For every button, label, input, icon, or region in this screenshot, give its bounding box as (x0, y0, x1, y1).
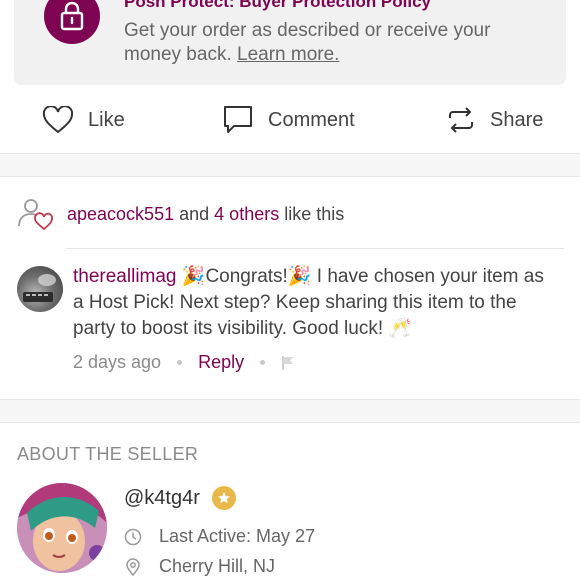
comment-icon (224, 106, 252, 133)
like-button[interactable]: Like (42, 96, 125, 144)
party-emoji: 🎉 (181, 266, 206, 287)
meta-separator (177, 360, 183, 365)
about-seller-heading: ABOUT THE SELLER (17, 444, 199, 464)
section-divider (0, 399, 580, 423)
meta-separator (260, 360, 266, 365)
protect-title: Posh Protect: Buyer Protection Policy (124, 0, 432, 11)
comment-text: thereallimag 🎉Congrats!🎉 I have chosen y… (73, 264, 553, 342)
reply-button[interactable]: Reply (198, 352, 244, 373)
comment-meta: 2 days ago Reply (73, 352, 295, 373)
liker-username-link[interactable]: apeacock551 (67, 204, 174, 225)
commenter-avatar[interactable] (17, 266, 63, 312)
flag-icon[interactable] (281, 355, 295, 371)
learn-more-link[interactable]: Learn more. (237, 44, 339, 65)
location-pin-icon (126, 557, 140, 576)
comment-text-part1: Congrats! (205, 266, 288, 287)
share-icon (449, 107, 473, 133)
action-bar: Like Comment Share (0, 96, 580, 152)
cheers-emoji: 🥂 (388, 318, 413, 339)
posh-protect-card: Posh Protect: Buyer Protection Policy Ge… (14, 0, 566, 85)
location-text: Cherry Hill, NJ (159, 556, 276, 576)
likes-and-text: and (174, 204, 214, 225)
others-link[interactable]: 4 others (214, 204, 279, 225)
like-this-text: like this (284, 203, 345, 224)
commenter-username-link[interactable]: thereallimag (73, 266, 177, 287)
section-divider (0, 153, 580, 177)
likes-user-heart-icon (18, 199, 53, 231)
comment-divider (66, 248, 564, 249)
seller-avatar[interactable] (17, 483, 107, 573)
location-row: Cherry Hill, NJ (124, 556, 275, 577)
share-label: Share (490, 108, 544, 131)
lock-icon (44, 0, 100, 44)
comment-timestamp: 2 days ago (73, 352, 162, 372)
likes-summary: apeacock551 and 4 others like this (17, 196, 344, 232)
protect-description: Get your order as described or receive y… (124, 19, 544, 67)
party-emoji-2: 🎉 (287, 266, 312, 287)
comment-label: Comment (268, 108, 355, 131)
seller-username-link[interactable]: @k4tg4r (124, 487, 200, 510)
likes-suffix: like this (279, 204, 344, 225)
share-button[interactable]: Share (446, 96, 543, 144)
clock-icon (124, 528, 142, 545)
last-active-row: Last Active: May 27 (124, 526, 315, 547)
star-icon (211, 486, 236, 510)
and-word: and (179, 203, 210, 224)
heart-icon (42, 106, 74, 134)
last-active-text: Last Active: May 27 (159, 526, 316, 546)
seller-handle-row: @k4tg4r (124, 486, 236, 510)
like-label: Like (88, 108, 125, 131)
comment-button[interactable]: Comment (222, 96, 355, 144)
